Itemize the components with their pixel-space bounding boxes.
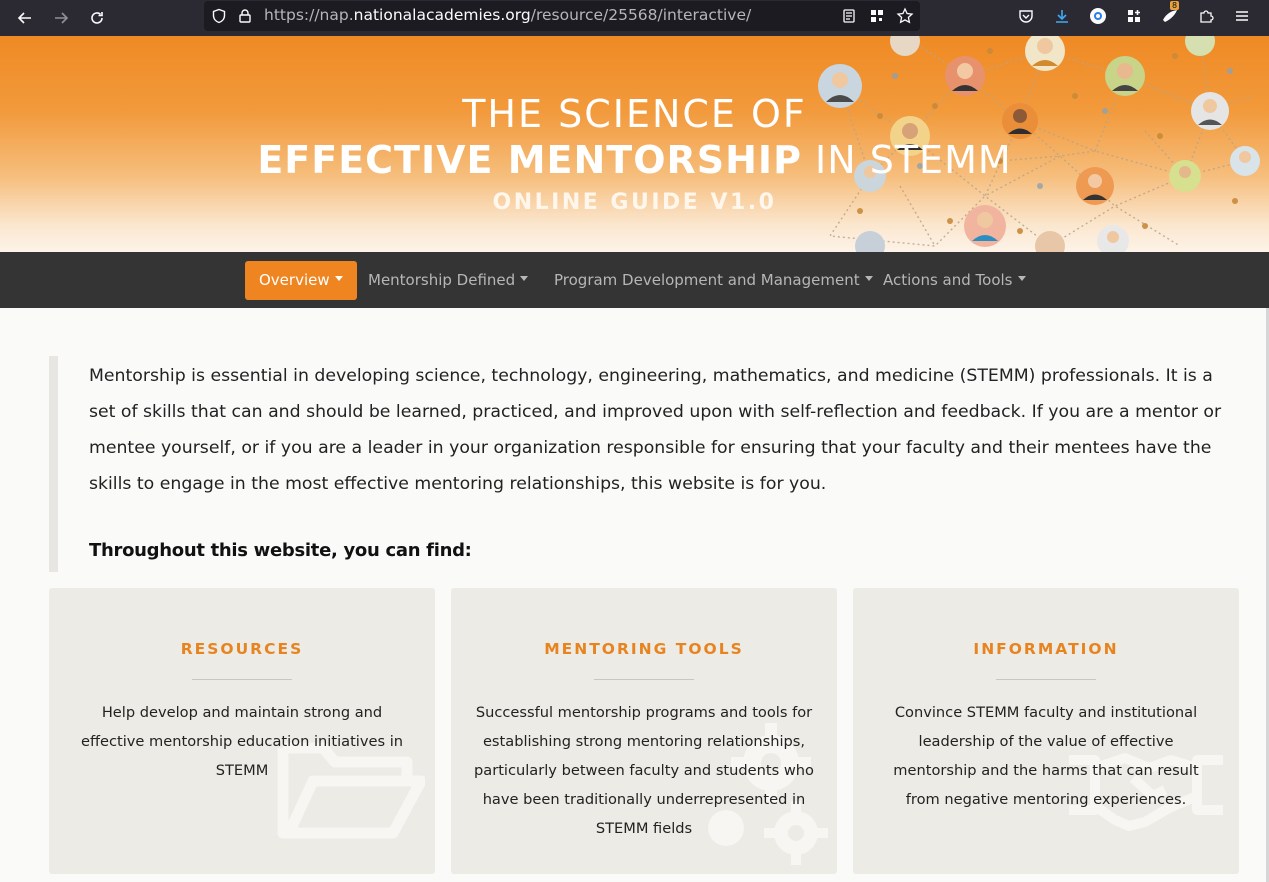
card-title: RESOURCES	[180, 640, 304, 658]
nav-mentorship-defined[interactable]: Mentorship Defined	[354, 261, 542, 300]
bookmark-star-icon[interactable]	[896, 7, 914, 25]
extension-badge-icon[interactable]: 8	[1160, 1, 1180, 26]
hero-banner: THE SCIENCE OF EFFECTIVE MENTORSHIP IN S…	[0, 36, 1269, 252]
card-information[interactable]: INFORMATION Convince STEMM faculty and i…	[853, 588, 1239, 874]
caret-down-icon	[520, 276, 529, 281]
divider	[594, 679, 694, 680]
caret-down-icon	[1017, 276, 1026, 281]
hero-subtitle: ONLINE GUIDE V1.0	[492, 190, 777, 215]
qr-code-icon[interactable]	[868, 7, 886, 25]
shield-icon[interactable]	[210, 7, 228, 25]
main-content: Mentorship is essential in developing sc…	[0, 308, 1269, 882]
card-mentoring-tools[interactable]: MENTORING TOOLS Successful mentorship pr…	[451, 588, 837, 874]
nav-overview[interactable]: Overview	[245, 261, 357, 300]
card-resources[interactable]: RESOURCES Help develop and maintain stro…	[49, 588, 435, 874]
hero-title-line1: THE SCIENCE OF	[462, 92, 807, 136]
forward-icon[interactable]	[49, 6, 73, 30]
divider	[996, 679, 1096, 680]
nav-program-development[interactable]: Program Development and Management	[540, 261, 887, 300]
extension-g-icon[interactable]	[1088, 6, 1108, 26]
card-title: INFORMATION	[973, 640, 1119, 658]
reload-icon[interactable]	[85, 6, 109, 30]
url-text[interactable]: https://nap.nationalacademies.org/resour…	[264, 6, 751, 24]
hero-title-line2: EFFECTIVE MENTORSHIP IN STEMM	[257, 138, 1012, 182]
extension-badge-count: 8	[1170, 1, 1180, 10]
browser-toolbar: https://nap.nationalacademies.org/resour…	[0, 0, 1269, 36]
card-description: Help develop and maintain strong and eff…	[80, 704, 404, 779]
caret-down-icon	[334, 276, 343, 281]
main-navbar: Overview Mentorship Defined Program Deve…	[0, 252, 1269, 308]
section-subheading: Throughout this website, you can find:	[89, 540, 472, 561]
reader-view-icon[interactable]	[840, 7, 858, 25]
card-description: Successful mentorship programs and tools…	[474, 704, 814, 837]
download-icon[interactable]	[1052, 6, 1072, 26]
menu-hamburger-icon[interactable]	[1232, 6, 1252, 26]
back-icon[interactable]	[13, 6, 37, 30]
url-bar[interactable]: https://nap.nationalacademies.org/resour…	[204, 1, 920, 31]
extensions-puzzle-icon[interactable]	[1196, 6, 1216, 26]
nav-actions-tools[interactable]: Actions and Tools	[869, 261, 1040, 300]
divider	[192, 679, 292, 680]
blockquote-bar	[49, 356, 58, 572]
card-description: Convince STEMM faculty and institutional…	[893, 704, 1199, 808]
extension-grid-icon[interactable]	[1124, 6, 1144, 26]
card-title: MENTORING TOOLS	[544, 640, 744, 658]
lock-icon[interactable]	[236, 7, 254, 25]
intro-paragraph: Mentorship is essential in developing sc…	[89, 366, 1222, 494]
pocket-icon[interactable]	[1016, 6, 1036, 26]
